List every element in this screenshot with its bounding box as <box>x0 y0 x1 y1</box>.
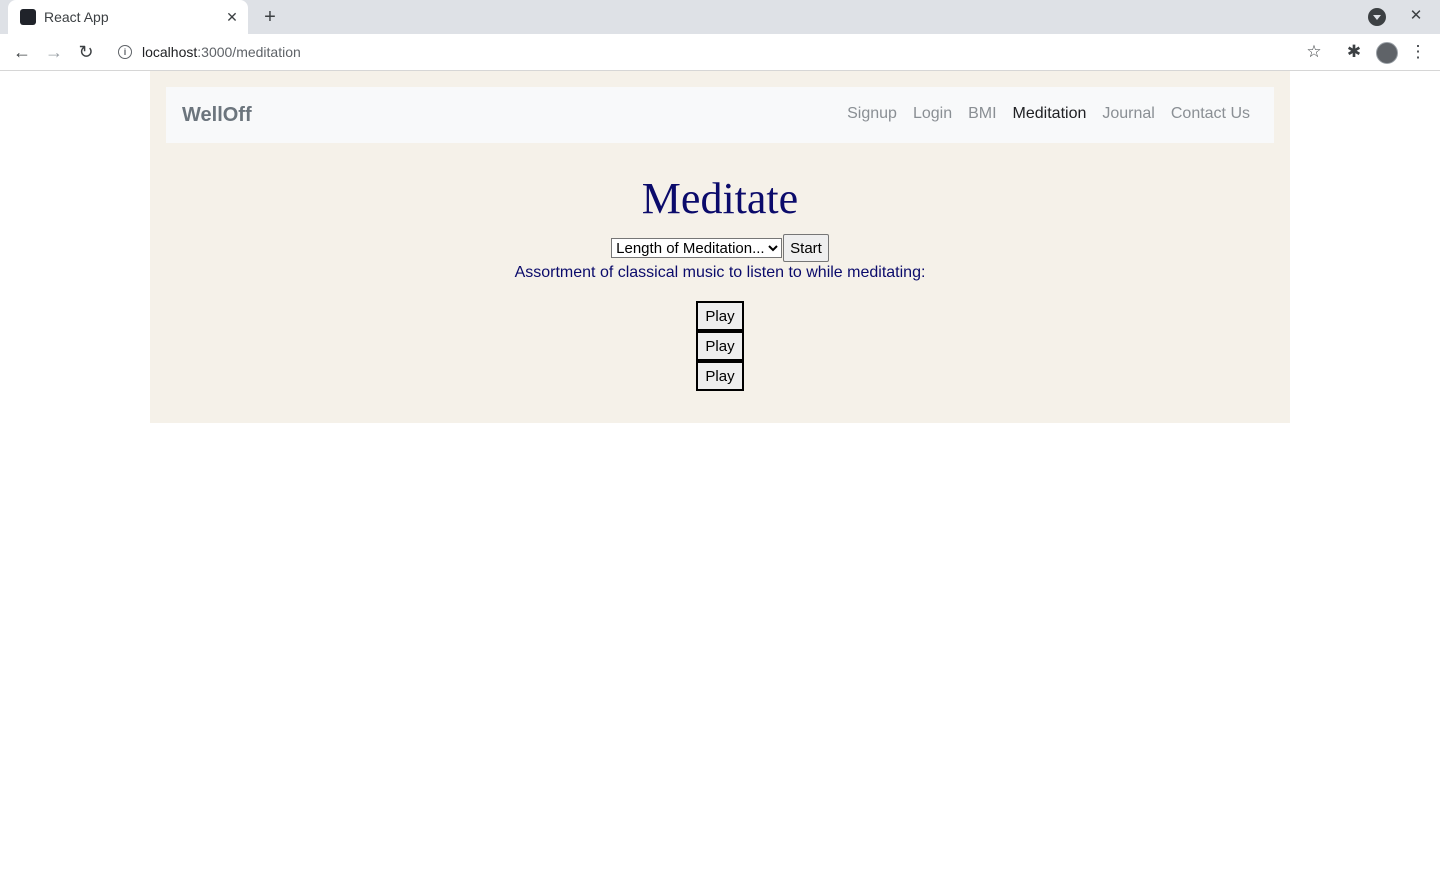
url-path: :3000/meditation <box>197 44 301 60</box>
browser-toolbar: ← → ↻ i localhost:3000/meditation ☆ ✱ ⋮ <box>0 34 1440 71</box>
new-tab-icon[interactable]: + <box>258 5 282 29</box>
extensions-puzzle-icon[interactable]: ✱ <box>1342 40 1366 64</box>
browser-tab[interactable]: React App ✕ <box>8 0 248 34</box>
nav-link-journal[interactable]: Journal <box>1102 105 1154 123</box>
music-player-list: Play Play Play <box>696 301 744 391</box>
tab-search-icon[interactable] <box>1368 8 1386 26</box>
nav-link-contact-us[interactable]: Contact Us <box>1171 105 1250 123</box>
forward-arrow-icon[interactable]: → <box>42 40 66 64</box>
address-bar[interactable]: localhost:3000/meditation <box>142 44 301 60</box>
brand-logo[interactable]: WellOff <box>182 104 252 127</box>
tab-close-icon[interactable]: ✕ <box>222 7 242 27</box>
meditation-controls: Length of Meditation... Start <box>150 234 1290 262</box>
url-host: localhost <box>142 44 198 60</box>
nav-link-meditation[interactable]: Meditation <box>1013 105 1087 123</box>
bookmark-star-icon[interactable]: ☆ <box>1302 40 1326 64</box>
browser-tabstrip: React App ✕ + ✕ <box>0 0 1440 34</box>
music-description: Assortment of classical music to listen … <box>514 264 926 281</box>
window-close-icon[interactable]: ✕ <box>1406 6 1426 26</box>
reload-icon[interactable]: ↻ <box>74 40 98 64</box>
meditation-length-select[interactable]: Length of Meditation... <box>611 238 783 258</box>
play-button[interactable]: Play <box>696 331 744 361</box>
browser-menu-icon[interactable]: ⋮ <box>1406 40 1430 64</box>
page-title: Meditate <box>641 174 799 223</box>
app-container: WellOff Signup Login BMI Meditation Jour… <box>150 71 1290 423</box>
play-button[interactable]: Play <box>696 301 744 331</box>
nav-links: Signup Login BMI Meditation Journal Cont… <box>831 105 1250 123</box>
start-button[interactable]: Start <box>783 234 829 262</box>
profile-avatar-icon[interactable] <box>1376 42 1398 64</box>
nav-link-login[interactable]: Login <box>913 105 952 123</box>
navbar: WellOff Signup Login BMI Meditation Jour… <box>166 87 1274 143</box>
nav-link-bmi[interactable]: BMI <box>968 105 996 123</box>
play-button[interactable]: Play <box>696 361 744 391</box>
back-arrow-icon[interactable]: ← <box>10 40 34 64</box>
react-favicon-icon <box>20 9 36 25</box>
tab-title: React App <box>44 9 109 25</box>
nav-link-signup[interactable]: Signup <box>847 105 897 123</box>
site-info-icon[interactable]: i <box>118 45 132 59</box>
